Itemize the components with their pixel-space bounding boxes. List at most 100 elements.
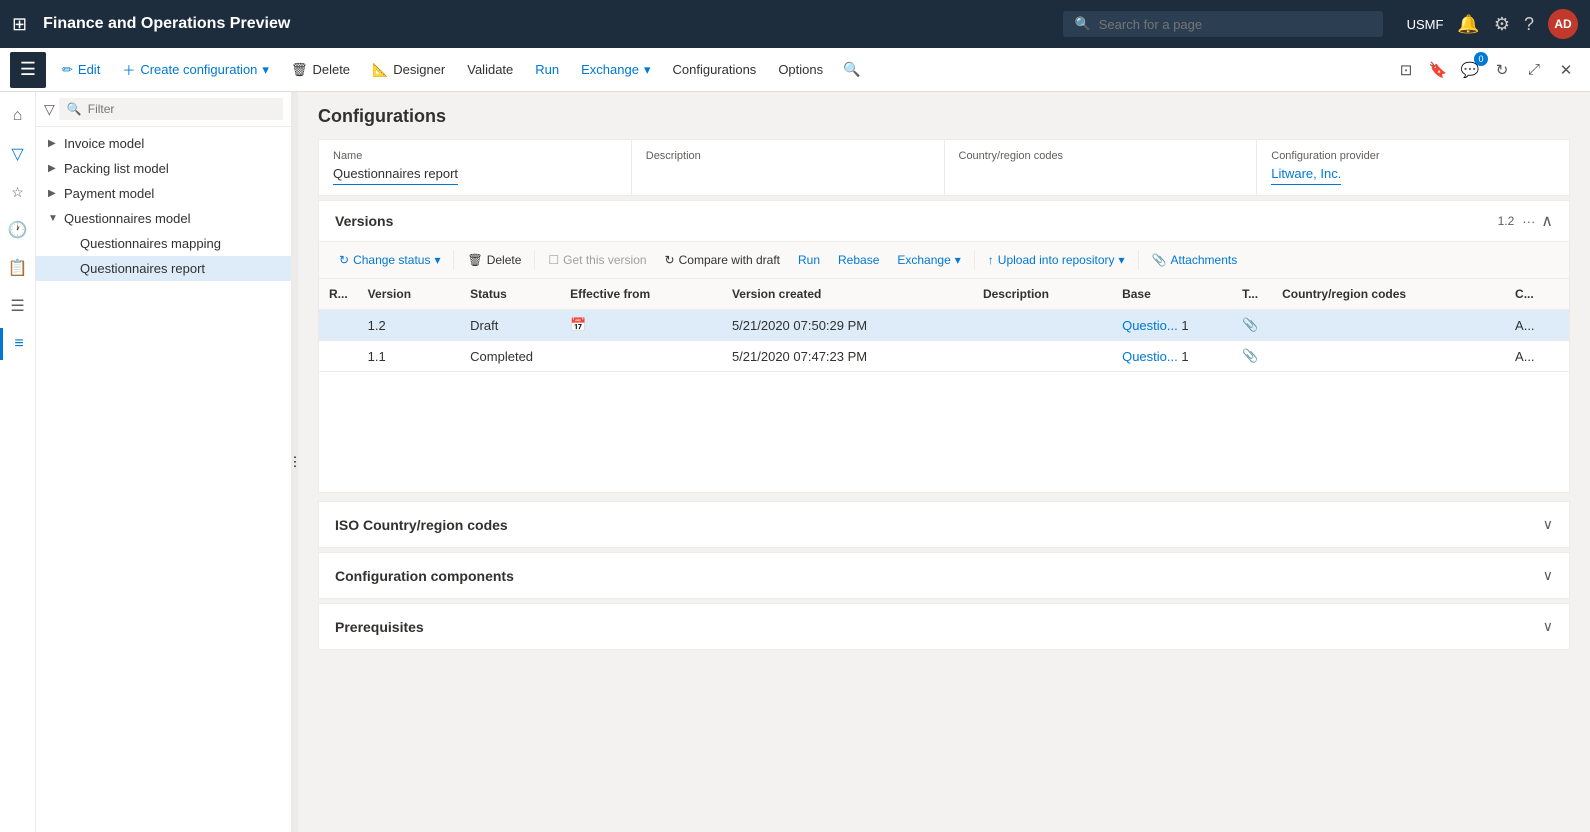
app-title: Finance and Operations Preview <box>43 15 290 33</box>
versions-more-icon[interactable]: ··· <box>1522 214 1535 229</box>
col-header-version[interactable]: Version <box>358 279 460 310</box>
configurations-title: Configurations <box>318 106 1570 127</box>
config-field-provider: Configuration provider Litware, Inc. <box>1257 140 1569 195</box>
change-status-button[interactable]: ↻ Change status ▾ <box>331 248 448 272</box>
versions-exchange-button[interactable]: Exchange ▾ <box>889 248 968 272</box>
home-icon[interactable]: ⌂ <box>2 100 34 132</box>
table-row[interactable]: 1.2Draft📅5/21/2020 07:50:29 PMQuestio...… <box>319 310 1569 341</box>
exchange-button[interactable]: Exchange ▾ <box>571 56 660 84</box>
section-header-prerequisites[interactable]: Prerequisites ∨ <box>319 604 1569 649</box>
refresh-icon[interactable]: ↻ <box>1488 56 1516 84</box>
close-icon[interactable]: ✕ <box>1552 56 1580 84</box>
section-header-iso[interactable]: ISO Country/region codes ∨ <box>319 502 1569 547</box>
tree-filter-icon[interactable]: ▽ <box>44 101 55 118</box>
nav-icon-2[interactable]: ☆ <box>2 176 34 208</box>
versions-header-row: R...VersionStatusEffective fromVersion c… <box>319 279 1569 310</box>
tree-label-q-mapping: Questionnaires mapping <box>80 236 221 251</box>
base-link-row1[interactable]: Questio... <box>1122 349 1178 364</box>
section-chevron-prerequisites[interactable]: ∨ <box>1543 618 1553 635</box>
col-header-countryRegion[interactable]: Country/region codes <box>1272 279 1505 310</box>
create-config-button[interactable]: ＋ Create configuration ▾ <box>112 54 279 85</box>
tree-body: ▶ Invoice model ▶Packing list model▶Paymen… <box>36 127 291 832</box>
split-view-icon[interactable]: ⊡ <box>1392 56 1420 84</box>
tree-item-payment[interactable]: ▶Payment model <box>36 181 291 206</box>
versions-table-scroll[interactable]: R...VersionStatusEffective fromVersion c… <box>319 279 1569 492</box>
tree-item-invoice[interactable]: ▶ Invoice model <box>36 131 291 156</box>
notification-icon[interactable]: 🔔 <box>1457 14 1479 35</box>
base-link-row0[interactable]: Questio... <box>1122 318 1178 333</box>
search-input[interactable] <box>1099 17 1371 32</box>
col-header-effectiveFrom[interactable]: Effective from <box>560 279 722 310</box>
nav-icon-4[interactable]: 📋 <box>2 252 34 284</box>
chevron-down-icon: ▾ <box>262 62 269 78</box>
tree-item-questionnaires[interactable]: ▼Questionnaires model <box>36 206 291 231</box>
tree-chevron-invoice: ▶ <box>48 138 60 149</box>
filter-icon[interactable]: ▽ <box>2 138 34 170</box>
bookmark-icon[interactable]: 🔖 <box>1424 56 1452 84</box>
active-list-icon[interactable]: ≡ <box>0 328 36 360</box>
versions-table-body: 1.2Draft📅5/21/2020 07:50:29 PMQuestio...… <box>319 310 1569 372</box>
config-field-value-provider[interactable]: Litware, Inc. <box>1271 166 1341 185</box>
versions-collapse-icon[interactable]: ∧ <box>1541 211 1553 231</box>
versions-run-button[interactable]: Run <box>790 248 828 272</box>
tree-label-payment: Payment model <box>64 186 154 201</box>
tree-item-q-mapping[interactable]: Questionnaires mapping <box>36 231 291 256</box>
col-header-description[interactable]: Description <box>973 279 1112 310</box>
config-field-description: Description <box>632 140 945 195</box>
validate-button[interactable]: Validate <box>457 56 523 83</box>
get-version-icon: ☐ <box>548 253 559 267</box>
section-title-iso: ISO Country/region codes <box>335 517 1543 533</box>
configurations-header: Configurations Name Questionnaires repor… <box>298 92 1590 196</box>
popout-icon[interactable]: ⤢ <box>1520 56 1548 84</box>
section-header-components[interactable]: Configuration components ∨ <box>319 553 1569 598</box>
top-bar: ⊞ Finance and Operations Preview 🔍 USMF … <box>0 0 1590 48</box>
tree-filter-input-container[interactable]: 🔍 <box>59 98 283 120</box>
table-row[interactable]: 1.1Completed5/21/2020 07:47:23 PMQuestio… <box>319 341 1569 372</box>
compare-icon: ↻ <box>665 253 675 267</box>
col-header-base[interactable]: Base <box>1112 279 1232 310</box>
search-cmd-icon[interactable]: 🔍 <box>835 57 868 82</box>
hamburger-icon[interactable]: ☰ <box>10 52 46 88</box>
upload-icon: ↑ <box>988 253 994 267</box>
col-header-t[interactable]: T... <box>1232 279 1272 310</box>
compare-with-draft-button[interactable]: ↻ Compare with draft <box>657 248 788 272</box>
attachments-button[interactable]: 📎 Attachments <box>1144 248 1246 272</box>
search-icon: 🔍 <box>1075 16 1091 32</box>
nav-icon-3[interactable]: 🕐 <box>2 214 34 246</box>
col-header-c[interactable]: C... <box>1505 279 1569 310</box>
get-this-version-button[interactable]: ☐ Get this version <box>540 248 654 272</box>
cell-c-row1: A... <box>1505 341 1569 372</box>
settings-icon[interactable]: ⚙ <box>1494 14 1510 35</box>
delete-button[interactable]: 🗑 Delete <box>281 56 360 84</box>
designer-button[interactable]: 📐 Designer <box>362 56 455 84</box>
tree-item-packing[interactable]: ▶Packing list model <box>36 156 291 181</box>
section-chevron-components[interactable]: ∨ <box>1543 567 1553 584</box>
nav-icon-5[interactable]: ☰ <box>2 290 34 322</box>
col-header-status[interactable]: Status <box>460 279 560 310</box>
avatar[interactable]: AD <box>1548 9 1578 39</box>
section-chevron-iso[interactable]: ∨ <box>1543 516 1553 533</box>
cell-version-row0: 1.2 <box>358 310 460 341</box>
cell-c-row0: A... <box>1505 310 1569 341</box>
help-icon[interactable]: ? <box>1524 14 1534 35</box>
versions-toolbar: ↻ Change status ▾ 🗑 Delete ☐ Get this ve… <box>319 242 1569 279</box>
edit-button[interactable]: ✏ Edit <box>52 56 110 84</box>
versions-delete-button[interactable]: 🗑 Delete <box>459 248 529 272</box>
tree-label-invoice: Invoice model <box>64 136 144 151</box>
search-bar[interactable]: 🔍 <box>1063 11 1383 37</box>
options-button[interactable]: Options <box>768 56 833 83</box>
versions-section-header[interactable]: Versions 1.2 ··· ∧ <box>319 201 1569 242</box>
grid-icon[interactable]: ⊞ <box>12 14 27 35</box>
badge-icon-container[interactable]: 💬 0 <box>1456 56 1484 84</box>
col-header-r[interactable]: R... <box>319 279 358 310</box>
cell-t-row0: 📎 <box>1232 310 1272 341</box>
cell-description-row1 <box>973 341 1112 372</box>
col-header-versionCreated[interactable]: Version created <box>722 279 973 310</box>
calendar-icon-row0[interactable]: 📅 <box>570 317 586 332</box>
tree-filter-input[interactable] <box>88 102 275 116</box>
versions-rebase-button[interactable]: Rebase <box>830 248 887 272</box>
configurations-button[interactable]: Configurations <box>662 56 766 83</box>
tree-item-q-report[interactable]: Questionnaires report <box>36 256 291 281</box>
run-button[interactable]: Run <box>525 56 569 83</box>
upload-repo-button[interactable]: ↑ Upload into repository ▾ <box>980 248 1133 272</box>
